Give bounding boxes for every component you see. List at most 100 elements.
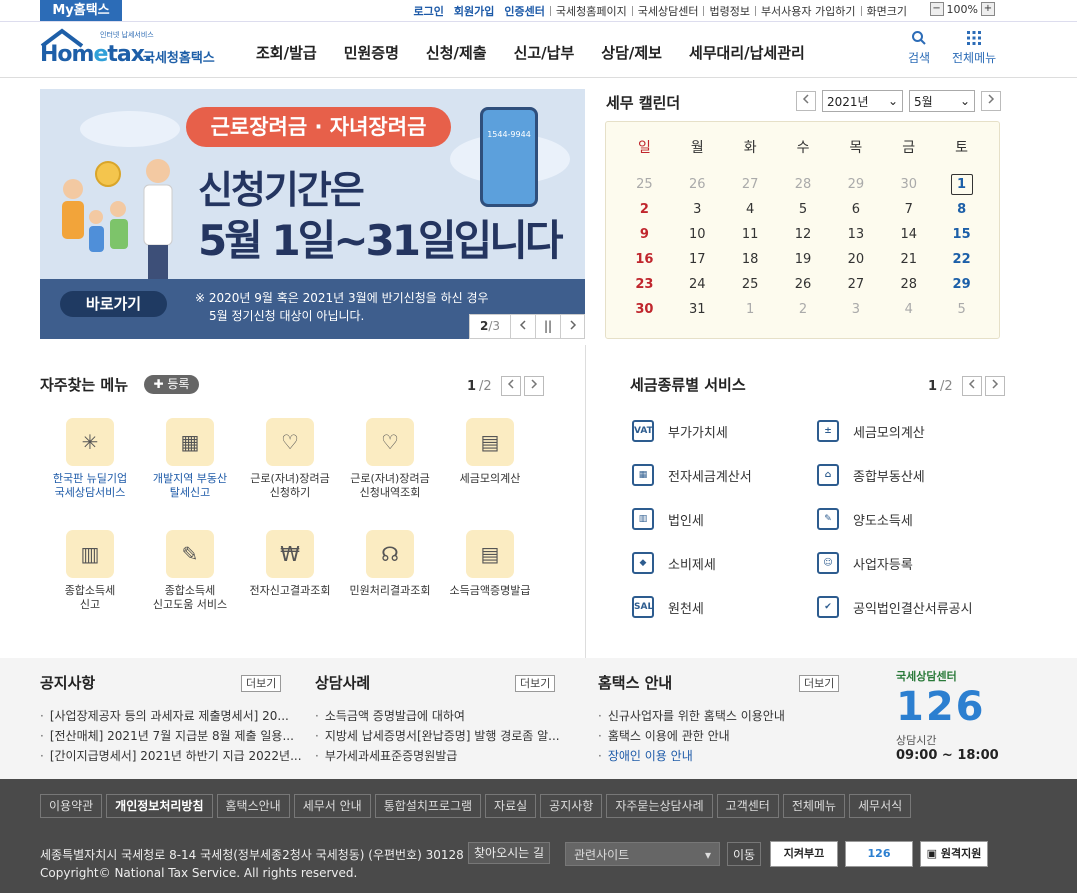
calendar-day[interactable]: 14 bbox=[882, 222, 935, 247]
calendar-day[interactable]: 10 bbox=[671, 222, 724, 247]
calendar-day[interactable]: 18 bbox=[724, 247, 777, 272]
main-banner[interactable]: 근로장려금 · 자녀장려금 신청기간은 5월 1일~31일입니다 1544-99… bbox=[40, 89, 585, 339]
tax-service-prev-button[interactable] bbox=[961, 376, 982, 396]
favorite-item[interactable]: ✳ 한국판 뉴딜기업 국세상담서비스 bbox=[40, 418, 140, 500]
calendar-day[interactable]: 31 bbox=[671, 297, 724, 322]
directions-button[interactable]: 찾아오시는 길 bbox=[468, 842, 551, 864]
tax-service-item[interactable]: ⌂ 종합부동산세 bbox=[817, 464, 925, 486]
tax-service-item[interactable]: ◆ 소비제세 bbox=[632, 552, 716, 574]
calendar-day[interactable]: 27 bbox=[829, 272, 882, 297]
favorite-item[interactable]: ✎ 종합소득세 신고도움 서비스 bbox=[140, 530, 240, 612]
calendar-next-button[interactable] bbox=[981, 91, 1001, 111]
favorites-next-button[interactable] bbox=[523, 376, 544, 396]
calendar-day-today[interactable]: 1 bbox=[935, 172, 988, 197]
banner-prev-button[interactable] bbox=[510, 315, 535, 338]
calendar-day[interactable]: 20 bbox=[829, 247, 882, 272]
footer-menu-item[interactable]: 공지사항 bbox=[540, 794, 603, 818]
calendar-day[interactable]: 30 bbox=[882, 172, 935, 197]
calendar-day[interactable]: 5 bbox=[777, 197, 830, 222]
notice-more-button[interactable]: 더보기 bbox=[241, 675, 282, 692]
counsel-item[interactable]: 부가세과세표준증명원발급 bbox=[315, 746, 560, 766]
go-button[interactable]: 이동 bbox=[727, 842, 761, 866]
calendar-day[interactable]: 4 bbox=[882, 297, 935, 322]
tax-service-item[interactable]: ✎ 양도소득세 bbox=[817, 508, 913, 530]
favorite-item[interactable]: ♡ 근로(자녀)장려금 신청하기 bbox=[240, 418, 340, 500]
counsel-center[interactable]: 국세상담센터 126 상담시간 09:00 ~ 18:00 bbox=[896, 668, 1006, 772]
calendar-day[interactable]: 9 bbox=[618, 222, 671, 247]
favorite-item[interactable]: ☊ 민원처리결과조회 bbox=[340, 530, 440, 598]
calendar-day[interactable]: 2 bbox=[777, 297, 830, 322]
calendar-day[interactable]: 8 bbox=[935, 197, 988, 222]
myhometax-link[interactable]: My홈택스 bbox=[40, 0, 122, 21]
calendar-day[interactable]: 28 bbox=[882, 272, 935, 297]
month-select[interactable]: 5월 ⌄ bbox=[909, 90, 975, 112]
calendar-day[interactable]: 25 bbox=[724, 272, 777, 297]
nav-application[interactable]: 신청/제출 bbox=[426, 42, 487, 63]
register-favorite-button[interactable]: ✚ 등록 bbox=[144, 375, 199, 394]
banner-pause-button[interactable]: || bbox=[535, 315, 560, 338]
counsel-center-link[interactable]: 국세상담센터 bbox=[633, 3, 704, 19]
law-info-link[interactable]: 법령정보 bbox=[704, 3, 754, 19]
calendar-day[interactable]: 27 bbox=[724, 172, 777, 197]
counsel-item[interactable]: 지방세 납세증명서[완납증명] 발행 경로좀 알... bbox=[315, 726, 560, 746]
calendar-day[interactable]: 2 bbox=[618, 197, 671, 222]
related-sites-select[interactable]: 관련사이트 ▾ bbox=[565, 842, 720, 866]
favorite-item[interactable]: ▦ 개발지역 부동산 탈세신고 bbox=[140, 418, 240, 500]
counsel-more-button[interactable]: 더보기 bbox=[515, 675, 556, 692]
notice-item[interactable]: [사업장제공자 등의 과세자료 제출명세서] 20... bbox=[40, 706, 302, 726]
counsel-item[interactable]: 소득금액 증명발급에 대하여 bbox=[315, 706, 560, 726]
calendar-day[interactable]: 26 bbox=[671, 172, 724, 197]
calendar-day[interactable]: 22 bbox=[935, 247, 988, 272]
banner-go-button[interactable]: 바로가기 bbox=[60, 291, 167, 317]
year-select[interactable]: 2021년 ⌄ bbox=[822, 90, 903, 112]
calendar-day[interactable]: 12 bbox=[777, 222, 830, 247]
calendar-day[interactable]: 26 bbox=[777, 272, 830, 297]
calendar-day[interactable]: 25 bbox=[618, 172, 671, 197]
footer-menu-item[interactable]: 고객센터 bbox=[716, 794, 779, 818]
tax-service-item[interactable]: ✔ 공익법인결산서류공시 bbox=[817, 596, 973, 618]
nts-homepage-link[interactable]: 국세청홈페이지 bbox=[551, 3, 632, 19]
zoom-in-button[interactable]: + bbox=[981, 2, 995, 16]
guide-item[interactable]: 홈택스 이용에 관한 안내 bbox=[598, 726, 785, 746]
calendar-day[interactable]: 16 bbox=[618, 247, 671, 272]
calendar-day[interactable]: 19 bbox=[777, 247, 830, 272]
tax-service-item[interactable]: ▥ 법인세 bbox=[632, 508, 704, 530]
nav-report-pay[interactable]: 신고/납부 bbox=[514, 42, 575, 63]
banner-next-button[interactable] bbox=[560, 315, 584, 338]
tax-service-next-button[interactable] bbox=[984, 376, 1005, 396]
nav-consult[interactable]: 상담/제보 bbox=[601, 42, 662, 63]
tax-service-item[interactable]: VAT 부가가치세 bbox=[632, 420, 728, 442]
notice-item[interactable]: [간이지급명세서] 2021년 하반기 지급 2022년... bbox=[40, 746, 302, 766]
favorites-prev-button[interactable] bbox=[500, 376, 521, 396]
calendar-day[interactable]: 13 bbox=[829, 222, 882, 247]
calendar-day[interactable]: 28 bbox=[777, 172, 830, 197]
calendar-day[interactable]: 1 bbox=[724, 297, 777, 322]
all-menu-button[interactable]: 전체메뉴 bbox=[952, 30, 996, 66]
tax-service-item[interactable]: ☺ 사업자등록 bbox=[817, 552, 913, 574]
dept-user-signup-link[interactable]: 부서사용자 가입하기 bbox=[756, 3, 861, 19]
footer-menu-item[interactable]: 전체메뉴 bbox=[782, 794, 846, 818]
policy-banner-button[interactable]: 지켜부끄 bbox=[770, 841, 838, 867]
tax-service-item[interactable]: ▦ 전자세금계산서 bbox=[632, 464, 752, 486]
guide-item[interactable]: 신규사업자를 위한 홈택스 이용안내 bbox=[598, 706, 785, 726]
nav-certificate[interactable]: 민원증명 bbox=[344, 42, 399, 63]
favorite-item[interactable]: ▥ 종합소득세 신고 bbox=[40, 530, 140, 612]
calendar-day[interactable]: 23 bbox=[618, 272, 671, 297]
signup-link[interactable]: 회원가입 bbox=[449, 3, 499, 19]
nav-inquiry[interactable]: 조회/발급 bbox=[256, 42, 317, 63]
footer-menu-item[interactable]: 홈택스안내 bbox=[216, 794, 290, 818]
calendar-prev-button[interactable] bbox=[796, 91, 816, 111]
calendar-day[interactable]: 11 bbox=[724, 222, 777, 247]
calendar-day[interactable]: 4 bbox=[724, 197, 777, 222]
favorite-item[interactable]: ▤ 세금모의계산 bbox=[440, 418, 540, 486]
calendar-day[interactable]: 29 bbox=[935, 272, 988, 297]
cert-center-link[interactable]: 인증센터 bbox=[499, 3, 549, 19]
calendar-day[interactable]: 21 bbox=[882, 247, 935, 272]
calendar-day[interactable]: 30 bbox=[618, 297, 671, 322]
calendar-day[interactable]: 3 bbox=[829, 297, 882, 322]
calendar-day[interactable]: 6 bbox=[829, 197, 882, 222]
zoom-out-button[interactable]: − bbox=[929, 2, 944, 16]
calendar-day[interactable]: 5 bbox=[935, 297, 988, 322]
favorite-item[interactable]: ♡ 근로(자녀)장려금 신청내역조회 bbox=[340, 418, 440, 500]
hometax-logo[interactable]: 인터넷 납세서비스 Hometax. 국세청홈택스 bbox=[40, 28, 230, 70]
